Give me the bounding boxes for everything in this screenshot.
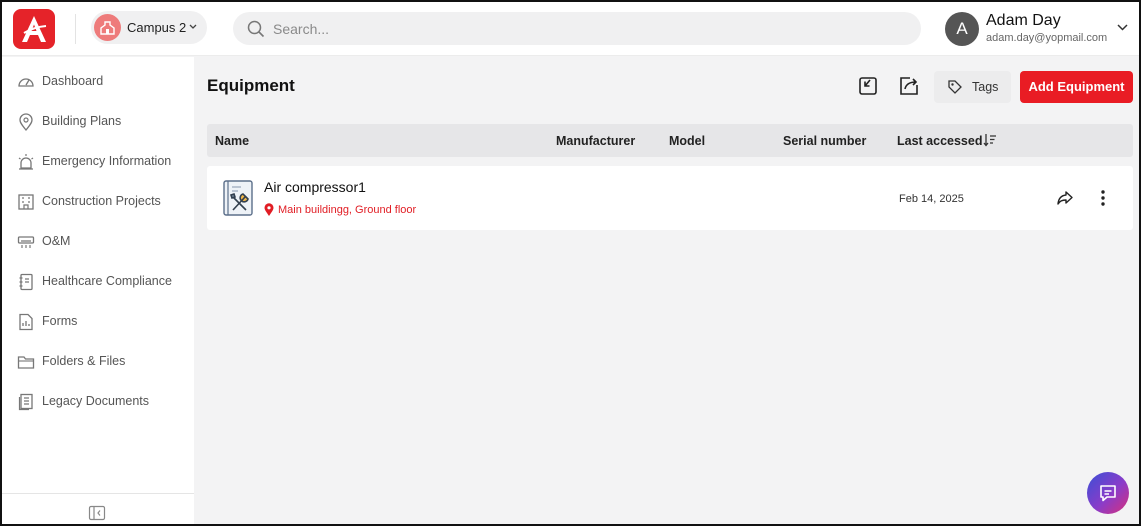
chat-icon: [1100, 485, 1116, 502]
sidebar-item-o-and-m[interactable]: O&M: [2, 225, 194, 259]
sidebar-item-label: Legacy Documents: [42, 394, 150, 408]
header-divider: [75, 14, 76, 44]
column-header-last-accessed[interactable]: Last accessed: [897, 134, 982, 148]
sidebar-item-dashboard[interactable]: Dashboard: [2, 65, 194, 99]
equipment-name[interactable]: Air compressor1: [264, 179, 366, 195]
sidebar-item-legacy-documents[interactable]: Legacy Documents: [2, 385, 194, 419]
air-conditioner-icon: [17, 236, 35, 248]
add-equipment-button[interactable]: Add Equipment: [1020, 71, 1133, 103]
sidebar-item-label: Building Plans: [42, 114, 122, 128]
equipment-location-text: Main buildingg, Ground floor: [278, 204, 417, 216]
alarm-light-icon: [18, 154, 34, 170]
share-icon[interactable]: [1057, 190, 1073, 206]
user-name: Adam Day: [986, 12, 1061, 29]
tags-button[interactable]: Tags: [934, 71, 1011, 103]
folder-icon: [17, 356, 35, 369]
sidebar-item-emergency-information[interactable]: Emergency Information: [2, 145, 194, 179]
sidebar-item-label: Forms: [42, 314, 78, 328]
sidebar-item-folders-files[interactable]: Folders & Files: [2, 345, 194, 379]
column-header-model[interactable]: Model: [669, 134, 705, 148]
equipment-tools-icon: [223, 180, 253, 216]
sort-descending-icon[interactable]: [983, 133, 997, 147]
campus-icon: [94, 14, 121, 41]
column-header-name[interactable]: Name: [215, 134, 249, 148]
sidebar-item-label: Dashboard: [42, 74, 104, 88]
user-menu[interactable]: A Adam Day adam.day@yopmail.com: [945, 10, 1135, 50]
table-row[interactable]: Air compressor1 Main buildingg, Ground f…: [207, 166, 1133, 230]
sidebar-item-label: Construction Projects: [42, 194, 161, 208]
tags-label: Tags: [972, 80, 999, 94]
chevron-down-icon: [1117, 24, 1128, 31]
sidebar-divider: [2, 493, 194, 494]
sidebar-item-forms[interactable]: Forms: [2, 305, 194, 339]
notebook-icon: [19, 273, 33, 291]
page-title: Equipment: [207, 76, 295, 95]
export-icon[interactable]: [897, 74, 921, 98]
sidebar-item-label: Folders & Files: [42, 354, 126, 368]
more-options-icon[interactable]: [1100, 189, 1106, 207]
form-icon: [19, 313, 33, 331]
search-bar: [233, 12, 921, 45]
sidebar-item-healthcare-compliance[interactable]: Healthcare Compliance: [2, 265, 194, 299]
column-header-serial-number[interactable]: Serial number: [783, 134, 866, 148]
campus-selector[interactable]: Campus 2: [91, 11, 207, 44]
app-window: Campus 2 A Adam Day adam.day@yopmail.com: [0, 0, 1141, 526]
gauge-icon: [18, 78, 34, 87]
sidebar: Dashboard Building Plans Emergency Infor…: [2, 57, 194, 524]
sidebar-item-building-plans[interactable]: Building Plans: [2, 105, 194, 139]
search-icon: [247, 20, 265, 38]
sidebar-item-construction-projects[interactable]: Construction Projects: [2, 185, 194, 219]
column-header-manufacturer[interactable]: Manufacturer: [556, 134, 635, 148]
sidebar-item-label: Emergency Information: [42, 154, 172, 168]
app-logo[interactable]: [13, 9, 55, 49]
avatar: A: [945, 12, 979, 46]
sidebar-collapse-icon[interactable]: [88, 505, 106, 521]
chevron-down-icon: [189, 24, 197, 29]
sidebar-item-label: Healthcare Compliance: [42, 274, 172, 288]
map-pin-icon: [19, 113, 33, 131]
last-accessed-date: Feb 14, 2025: [899, 193, 964, 205]
import-icon[interactable]: [856, 74, 880, 98]
user-email: adam.day@yopmail.com: [986, 32, 1108, 44]
tag-icon: [948, 80, 962, 94]
campus-label: Campus 2: [127, 20, 187, 35]
building-icon: [18, 194, 34, 210]
table-header: Name Manufacturer Model Serial number La…: [207, 124, 1133, 157]
search-input[interactable]: [273, 18, 893, 40]
top-header: Campus 2 A Adam Day adam.day@yopmail.com: [2, 2, 1139, 56]
chat-support-button[interactable]: [1087, 472, 1129, 514]
documents-icon: [18, 393, 33, 411]
location-pin-icon: [264, 203, 274, 216]
sidebar-item-label: O&M: [42, 234, 71, 248]
